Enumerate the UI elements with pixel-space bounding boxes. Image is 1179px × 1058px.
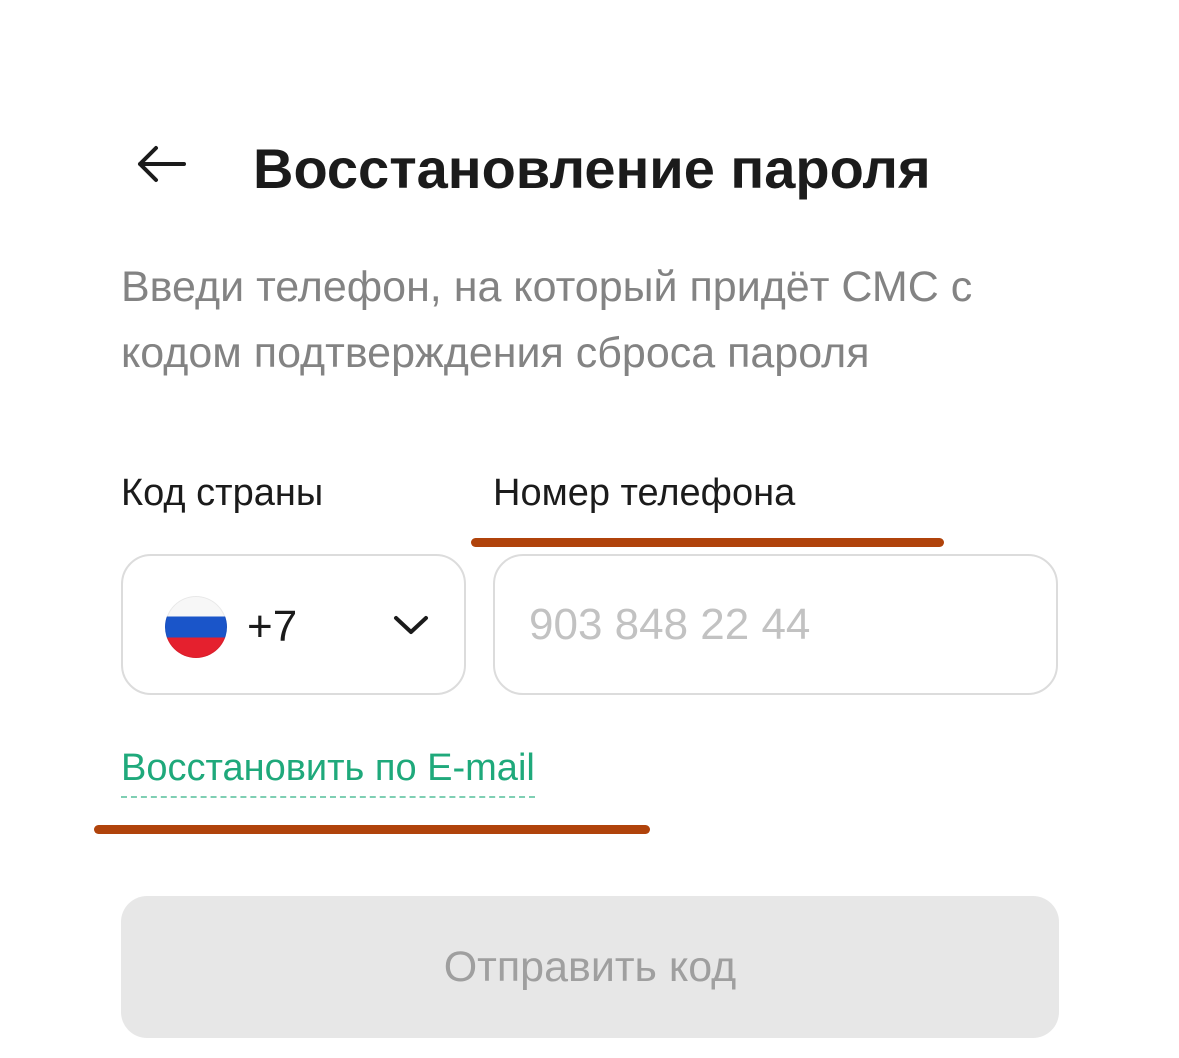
country-code-value: +7 bbox=[247, 602, 298, 651]
page-title: Восстановление пароля bbox=[253, 137, 931, 200]
highlight-underline bbox=[94, 825, 650, 834]
russia-flag-icon bbox=[165, 596, 227, 658]
send-code-button[interactable]: Отправить код bbox=[121, 896, 1059, 1038]
arrow-left-icon bbox=[138, 146, 186, 182]
restore-by-email-link[interactable]: Восстановить по E-mail bbox=[121, 744, 535, 798]
highlight-underline bbox=[471, 538, 944, 547]
phone-number-input[interactable] bbox=[493, 554, 1058, 695]
back-button[interactable] bbox=[128, 138, 194, 190]
page-description: Введи телефон, на который придёт СМС с к… bbox=[121, 263, 973, 377]
country-code-select[interactable]: +7 bbox=[121, 554, 466, 695]
phone-number-label: Номер телефона bbox=[493, 472, 796, 514]
country-code-label: Код страны bbox=[121, 472, 324, 514]
chevron-down-icon bbox=[394, 616, 428, 634]
